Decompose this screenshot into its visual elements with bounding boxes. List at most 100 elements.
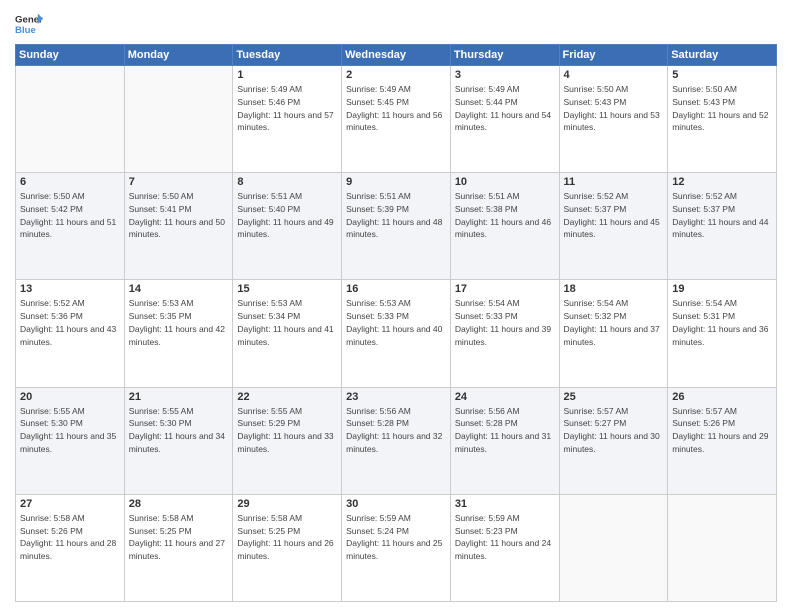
day-info: Sunrise: 5:58 AMSunset: 5:25 PMDaylight:…: [129, 512, 229, 563]
calendar-cell: 9 Sunrise: 5:51 AMSunset: 5:39 PMDaylight…: [342, 173, 451, 280]
day-info: Sunrise: 5:57 AMSunset: 5:27 PMDaylight:…: [564, 405, 664, 456]
calendar-cell: 12Sunrise: 5:52 AMSunset: 5:37 PMDayligh…: [668, 173, 777, 280]
calendar-cell: 10 Sunrise: 5:51 AMSunset: 5:38 PMDayligh…: [450, 173, 559, 280]
day-number: 13: [20, 283, 120, 295]
day-info: Sunrise: 5:50 AMSunset: 5:42 PMDaylight:…: [20, 190, 120, 241]
calendar-cell: 11 Sunrise: 5:52 AMSunset: 5:37 PMDayligh…: [559, 173, 668, 280]
day-info: Sunrise: 5:59 AMSunset: 5:24 PMDaylight:…: [346, 512, 446, 563]
day-info: Sunrise: 5:54 AMSunset: 5:31 PMDaylight:…: [672, 297, 772, 348]
calendar-cell: 18 Sunrise: 5:54 AMSunset: 5:32 PMDayligh…: [559, 280, 668, 387]
day-info: Sunrise: 5:52 AMSunset: 5:36 PMDaylight:…: [20, 297, 120, 348]
day-number: 26: [672, 391, 772, 403]
day-info: Sunrise: 5:49 AMSunset: 5:45 PMDaylight:…: [346, 83, 446, 134]
calendar-table: SundayMondayTuesdayWednesdayThursdayFrid…: [15, 44, 777, 602]
week-row-4: 20 Sunrise: 5:55 AMSunset: 5:30 PMDayligh…: [16, 387, 777, 494]
day-info: Sunrise: 5:49 AMSunset: 5:44 PMDaylight:…: [455, 83, 555, 134]
day-number: 23: [346, 391, 446, 403]
day-info: Sunrise: 5:57 AMSunset: 5:26 PMDaylight:…: [672, 405, 772, 456]
header: General Blue: [15, 10, 777, 38]
day-number: 8: [237, 176, 337, 188]
day-number: 6: [20, 176, 120, 188]
day-number: 7: [129, 176, 229, 188]
day-number: 25: [564, 391, 664, 403]
day-number: 27: [20, 498, 120, 510]
weekday-header-saturday: Saturday: [668, 45, 777, 66]
weekday-header-row: SundayMondayTuesdayWednesdayThursdayFrid…: [16, 45, 777, 66]
day-number: 18: [564, 283, 664, 295]
day-number: 11: [564, 176, 664, 188]
day-info: Sunrise: 5:59 AMSunset: 5:23 PMDaylight:…: [455, 512, 555, 563]
day-info: Sunrise: 5:53 AMSunset: 5:33 PMDaylight:…: [346, 297, 446, 348]
week-row-3: 13 Sunrise: 5:52 AMSunset: 5:36 PMDayligh…: [16, 280, 777, 387]
day-number: 20: [20, 391, 120, 403]
calendar-cell: 7 Sunrise: 5:50 AMSunset: 5:41 PMDaylight…: [124, 173, 233, 280]
logo-icon: General Blue: [15, 10, 43, 38]
calendar-cell: 16 Sunrise: 5:53 AMSunset: 5:33 PMDayligh…: [342, 280, 451, 387]
day-info: Sunrise: 5:50 AMSunset: 5:43 PMDaylight:…: [564, 83, 664, 134]
calendar-cell: 14Sunrise: 5:53 AMSunset: 5:35 PMDayligh…: [124, 280, 233, 387]
calendar-cell: [668, 494, 777, 601]
day-info: Sunrise: 5:55 AMSunset: 5:30 PMDaylight:…: [20, 405, 120, 456]
day-info: Sunrise: 5:54 AMSunset: 5:33 PMDaylight:…: [455, 297, 555, 348]
calendar-cell: 24 Sunrise: 5:56 AMSunset: 5:28 PMDayligh…: [450, 387, 559, 494]
day-number: 28: [129, 498, 229, 510]
day-info: Sunrise: 5:53 AMSunset: 5:34 PMDaylight:…: [237, 297, 337, 348]
day-number: 29: [237, 498, 337, 510]
day-number: 24: [455, 391, 555, 403]
calendar-cell: [559, 494, 668, 601]
day-info: Sunrise: 5:58 AMSunset: 5:25 PMDaylight:…: [237, 512, 337, 563]
calendar-cell: 6 Sunrise: 5:50 AMSunset: 5:42 PMDaylight…: [16, 173, 125, 280]
day-number: 16: [346, 283, 446, 295]
day-info: Sunrise: 5:55 AMSunset: 5:30 PMDaylight:…: [129, 405, 229, 456]
day-info: Sunrise: 5:52 AMSunset: 5:37 PMDaylight:…: [564, 190, 664, 241]
day-info: Sunrise: 5:51 AMSunset: 5:40 PMDaylight:…: [237, 190, 337, 241]
weekday-header-tuesday: Tuesday: [233, 45, 342, 66]
calendar-cell: 13 Sunrise: 5:52 AMSunset: 5:36 PMDayligh…: [16, 280, 125, 387]
day-info: Sunrise: 5:49 AMSunset: 5:46 PMDaylight:…: [237, 83, 337, 134]
day-number: 4: [564, 69, 664, 81]
day-number: 9: [346, 176, 446, 188]
day-number: 30: [346, 498, 446, 510]
week-row-5: 27 Sunrise: 5:58 AMSunset: 5:26 PMDayligh…: [16, 494, 777, 601]
week-row-2: 6 Sunrise: 5:50 AMSunset: 5:42 PMDaylight…: [16, 173, 777, 280]
calendar-cell: 19 Sunrise: 5:54 AMSunset: 5:31 PMDayligh…: [668, 280, 777, 387]
day-number: 2: [346, 69, 446, 81]
calendar-cell: 5Sunrise: 5:50 AMSunset: 5:43 PMDaylight…: [668, 66, 777, 173]
calendar-cell: 30 Sunrise: 5:59 AMSunset: 5:24 PMDayligh…: [342, 494, 451, 601]
week-row-1: 1 Sunrise: 5:49 AMSunset: 5:46 PMDaylight…: [16, 66, 777, 173]
calendar-cell: 25 Sunrise: 5:57 AMSunset: 5:27 PMDayligh…: [559, 387, 668, 494]
day-number: 1: [237, 69, 337, 81]
calendar-cell: 4 Sunrise: 5:50 AMSunset: 5:43 PMDaylight…: [559, 66, 668, 173]
day-number: 12: [672, 176, 772, 188]
weekday-header-sunday: Sunday: [16, 45, 125, 66]
day-info: Sunrise: 5:50 AMSunset: 5:41 PMDaylight:…: [129, 190, 229, 241]
calendar-cell: 1 Sunrise: 5:49 AMSunset: 5:46 PMDaylight…: [233, 66, 342, 173]
day-number: 3: [455, 69, 555, 81]
day-info: Sunrise: 5:55 AMSunset: 5:29 PMDaylight:…: [237, 405, 337, 456]
day-number: 14: [129, 283, 229, 295]
day-info: Sunrise: 5:58 AMSunset: 5:26 PMDaylight:…: [20, 512, 120, 563]
day-info: Sunrise: 5:56 AMSunset: 5:28 PMDaylight:…: [455, 405, 555, 456]
weekday-header-friday: Friday: [559, 45, 668, 66]
calendar-cell: 17 Sunrise: 5:54 AMSunset: 5:33 PMDayligh…: [450, 280, 559, 387]
day-info: Sunrise: 5:51 AMSunset: 5:39 PMDaylight:…: [346, 190, 446, 241]
day-number: 10: [455, 176, 555, 188]
weekday-header-monday: Monday: [124, 45, 233, 66]
weekday-header-wednesday: Wednesday: [342, 45, 451, 66]
calendar-cell: 2 Sunrise: 5:49 AMSunset: 5:45 PMDaylight…: [342, 66, 451, 173]
day-number: 19: [672, 283, 772, 295]
day-number: 17: [455, 283, 555, 295]
day-number: 21: [129, 391, 229, 403]
day-number: 22: [237, 391, 337, 403]
day-info: Sunrise: 5:54 AMSunset: 5:32 PMDaylight:…: [564, 297, 664, 348]
calendar-cell: [124, 66, 233, 173]
weekday-header-thursday: Thursday: [450, 45, 559, 66]
day-number: 15: [237, 283, 337, 295]
calendar-cell: 20 Sunrise: 5:55 AMSunset: 5:30 PMDayligh…: [16, 387, 125, 494]
calendar-cell: 8 Sunrise: 5:51 AMSunset: 5:40 PMDaylight…: [233, 173, 342, 280]
day-info: Sunrise: 5:50 AMSunset: 5:43 PMDaylight:…: [672, 83, 772, 134]
calendar-cell: 26 Sunrise: 5:57 AMSunset: 5:26 PMDayligh…: [668, 387, 777, 494]
calendar-cell: 15 Sunrise: 5:53 AMSunset: 5:34 PMDayligh…: [233, 280, 342, 387]
day-info: Sunrise: 5:51 AMSunset: 5:38 PMDaylight:…: [455, 190, 555, 241]
page: General Blue SundayMondayTuesdayWednesda…: [0, 0, 792, 612]
